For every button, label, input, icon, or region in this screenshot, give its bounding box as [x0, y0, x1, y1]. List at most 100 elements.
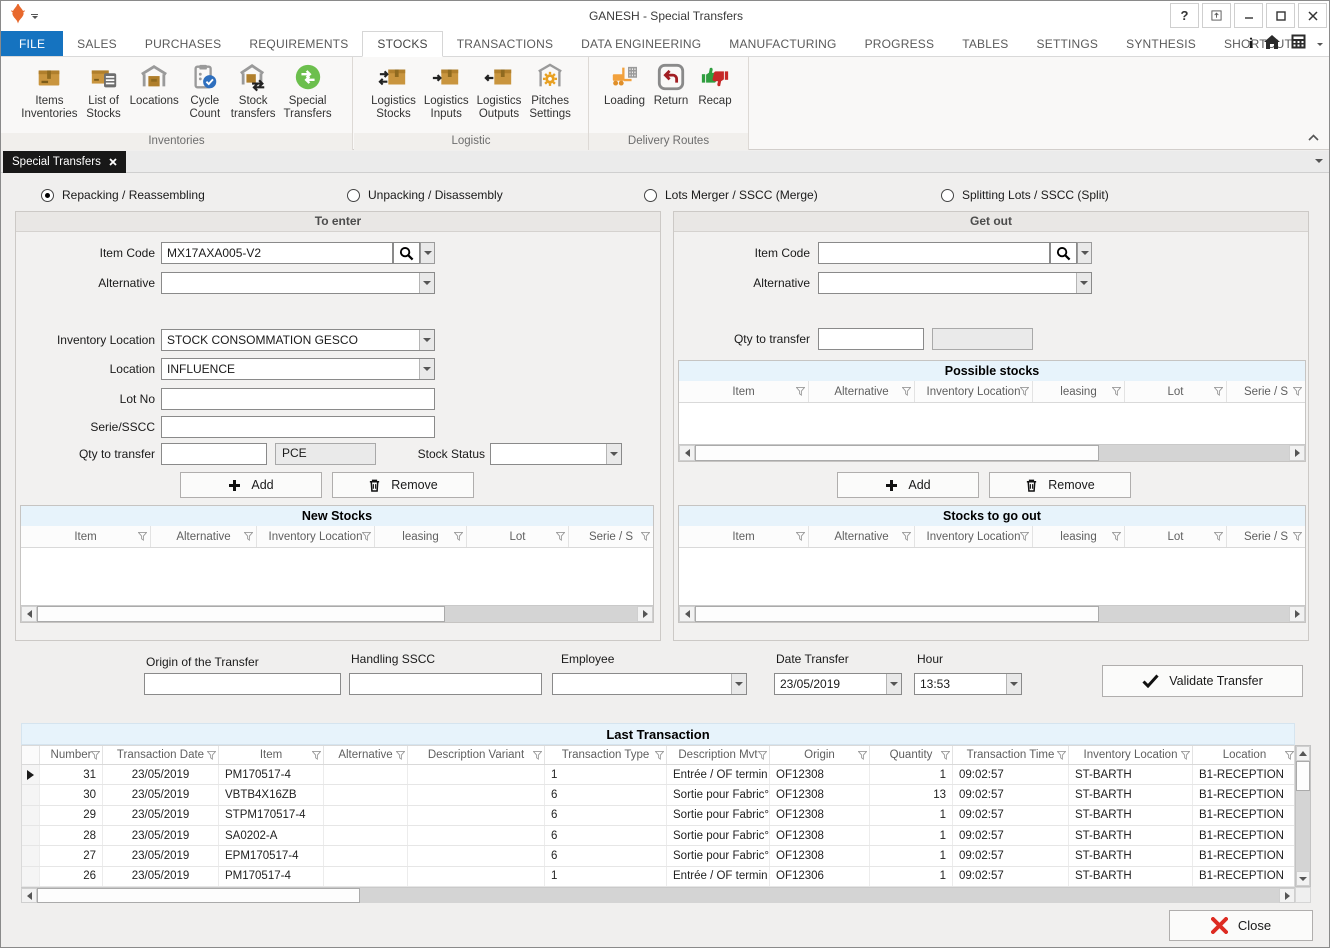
- grid-body[interactable]: [679, 403, 1305, 444]
- cell[interactable]: 09:02:57: [953, 846, 1069, 865]
- filter-icon[interactable]: [244, 532, 253, 541]
- hour-combo[interactable]: 13:53: [914, 673, 1022, 695]
- scroll-track[interactable]: [1296, 791, 1310, 871]
- radio-unpacking[interactable]: Unpacking / Disassembly: [347, 187, 503, 203]
- cell[interactable]: [408, 806, 545, 825]
- scroll-track[interactable]: [695, 606, 1289, 622]
- filter-icon[interactable]: [902, 532, 911, 541]
- cell[interactable]: ST-BARTH: [1069, 785, 1193, 804]
- column-header[interactable]: Transaction Type: [545, 746, 667, 764]
- filter-icon[interactable]: [556, 532, 565, 541]
- filter-icon[interactable]: [1112, 387, 1121, 396]
- radio-lots-merger[interactable]: Lots Merger / SSCC (Merge): [644, 187, 818, 203]
- cell[interactable]: OF12306: [770, 867, 870, 886]
- cell[interactable]: ST-BARTH: [1069, 806, 1193, 825]
- quick-access-toolbar[interactable]: [1, 4, 38, 29]
- scroll-down-button[interactable]: [1296, 871, 1310, 886]
- filter-icon[interactable]: [362, 532, 371, 541]
- column-header[interactable]: Transaction Date: [103, 746, 219, 764]
- ribbon-item-return[interactable]: Return: [649, 61, 693, 108]
- column-header[interactable]: Item: [219, 746, 324, 764]
- cell[interactable]: [324, 765, 408, 784]
- date-transfer-combo[interactable]: 23/05/2019: [774, 673, 902, 695]
- tab-file[interactable]: FILE: [1, 31, 63, 56]
- cell[interactable]: 1: [870, 867, 953, 886]
- cell[interactable]: 28: [40, 826, 103, 845]
- filter-icon[interactable]: [758, 751, 767, 760]
- stock-status-combo[interactable]: [490, 443, 622, 465]
- filter-icon[interactable]: [1214, 387, 1223, 396]
- ribbon-display-button[interactable]: [1202, 3, 1231, 28]
- cell[interactable]: [324, 826, 408, 845]
- column-header[interactable]: Inventory Location: [915, 526, 1033, 547]
- column-header[interactable]: Alternative: [324, 746, 408, 764]
- grid-body[interactable]: [21, 548, 653, 605]
- column-header[interactable]: Serie / S: [569, 526, 653, 547]
- tab-synthesis[interactable]: SYNTHESIS: [1112, 31, 1210, 56]
- filter-icon[interactable]: [1057, 751, 1066, 760]
- scroll-up-button[interactable]: [1296, 746, 1310, 761]
- ribbon-item-recap[interactable]: Recap: [693, 61, 737, 108]
- calculator-icon[interactable]: [1291, 34, 1306, 54]
- filter-icon[interactable]: [641, 532, 650, 541]
- cell[interactable]: Sortie pour Fabric°: [667, 826, 770, 845]
- cell[interactable]: [324, 806, 408, 825]
- filter-icon[interactable]: [396, 751, 405, 760]
- dropdown-button[interactable]: [1006, 674, 1021, 694]
- vertical-scrollbar[interactable]: [1295, 745, 1311, 887]
- table-row[interactable]: 3023/05/2019VBTB4X16ZB6Sortie pour Fabri…: [22, 785, 1294, 805]
- cell[interactable]: OF12308: [770, 765, 870, 784]
- cell[interactable]: Sortie pour Fabric°: [667, 785, 770, 804]
- filter-icon[interactable]: [1112, 532, 1121, 541]
- lot-no-input[interactable]: [161, 388, 435, 410]
- item-code-dropdown-button[interactable]: [420, 242, 435, 264]
- cell[interactable]: Entrée / OF termin: [667, 765, 770, 784]
- cell[interactable]: 6: [545, 806, 667, 825]
- filter-icon[interactable]: [1020, 387, 1029, 396]
- filter-icon[interactable]: [454, 532, 463, 541]
- location-combo[interactable]: INFLUENCE: [161, 358, 435, 380]
- dropdown-button[interactable]: [886, 674, 901, 694]
- cell[interactable]: 09:02:57: [953, 785, 1069, 804]
- qty-to-transfer-input[interactable]: [818, 328, 924, 350]
- column-header[interactable]: Location: [1193, 746, 1295, 764]
- cell[interactable]: 26: [40, 867, 103, 886]
- cell[interactable]: [324, 785, 408, 804]
- cell[interactable]: 23/05/2019: [103, 806, 219, 825]
- cell[interactable]: VBTB4X16ZB: [219, 785, 324, 804]
- item-code-dropdown-button[interactable]: [1077, 242, 1092, 264]
- item-search-button[interactable]: [1050, 242, 1077, 264]
- handling-sscc-input[interactable]: [349, 673, 542, 695]
- alternative-combo[interactable]: [818, 272, 1092, 294]
- column-header[interactable]: leasing: [1033, 381, 1125, 402]
- horizontal-scrollbar[interactable]: [679, 605, 1305, 622]
- scroll-track[interactable]: [695, 445, 1289, 461]
- cell[interactable]: Sortie pour Fabric°: [667, 846, 770, 865]
- cell[interactable]: B1-RECEPTION: [1193, 785, 1296, 804]
- cell[interactable]: 1: [545, 765, 667, 784]
- cell[interactable]: OF12308: [770, 826, 870, 845]
- cell[interactable]: 23/05/2019: [103, 867, 219, 886]
- scroll-thumb[interactable]: [37, 606, 445, 622]
- close-button[interactable]: Close: [1169, 910, 1313, 941]
- scroll-thumb[interactable]: [37, 888, 360, 903]
- cell[interactable]: B1-RECEPTION: [1193, 806, 1296, 825]
- filter-icon[interactable]: [138, 532, 147, 541]
- column-header[interactable]: Inventory Location: [1069, 746, 1193, 764]
- column-header[interactable]: Alternative: [809, 526, 915, 547]
- filter-icon[interactable]: [796, 532, 805, 541]
- column-header[interactable]: Inventory Location: [257, 526, 375, 547]
- cell[interactable]: Sortie pour Fabric°: [667, 806, 770, 825]
- ribbon-item-stock-transfers[interactable]: Stock transfers: [227, 61, 280, 121]
- column-header[interactable]: Serie / S: [1227, 526, 1305, 547]
- tab-special-transfers[interactable]: Special Transfers: [3, 151, 126, 173]
- scroll-thumb[interactable]: [695, 445, 1099, 461]
- cell[interactable]: PM170517-4: [219, 867, 324, 886]
- cell[interactable]: OF12308: [770, 806, 870, 825]
- tab-manufacturing[interactable]: MANUFACTURING: [715, 31, 850, 56]
- column-header[interactable]: Description Mvt: [667, 746, 770, 764]
- cell[interactable]: 23/05/2019: [103, 765, 219, 784]
- cell[interactable]: [408, 765, 545, 784]
- dropdown-button[interactable]: [419, 359, 434, 379]
- minimize-button[interactable]: [1234, 3, 1263, 28]
